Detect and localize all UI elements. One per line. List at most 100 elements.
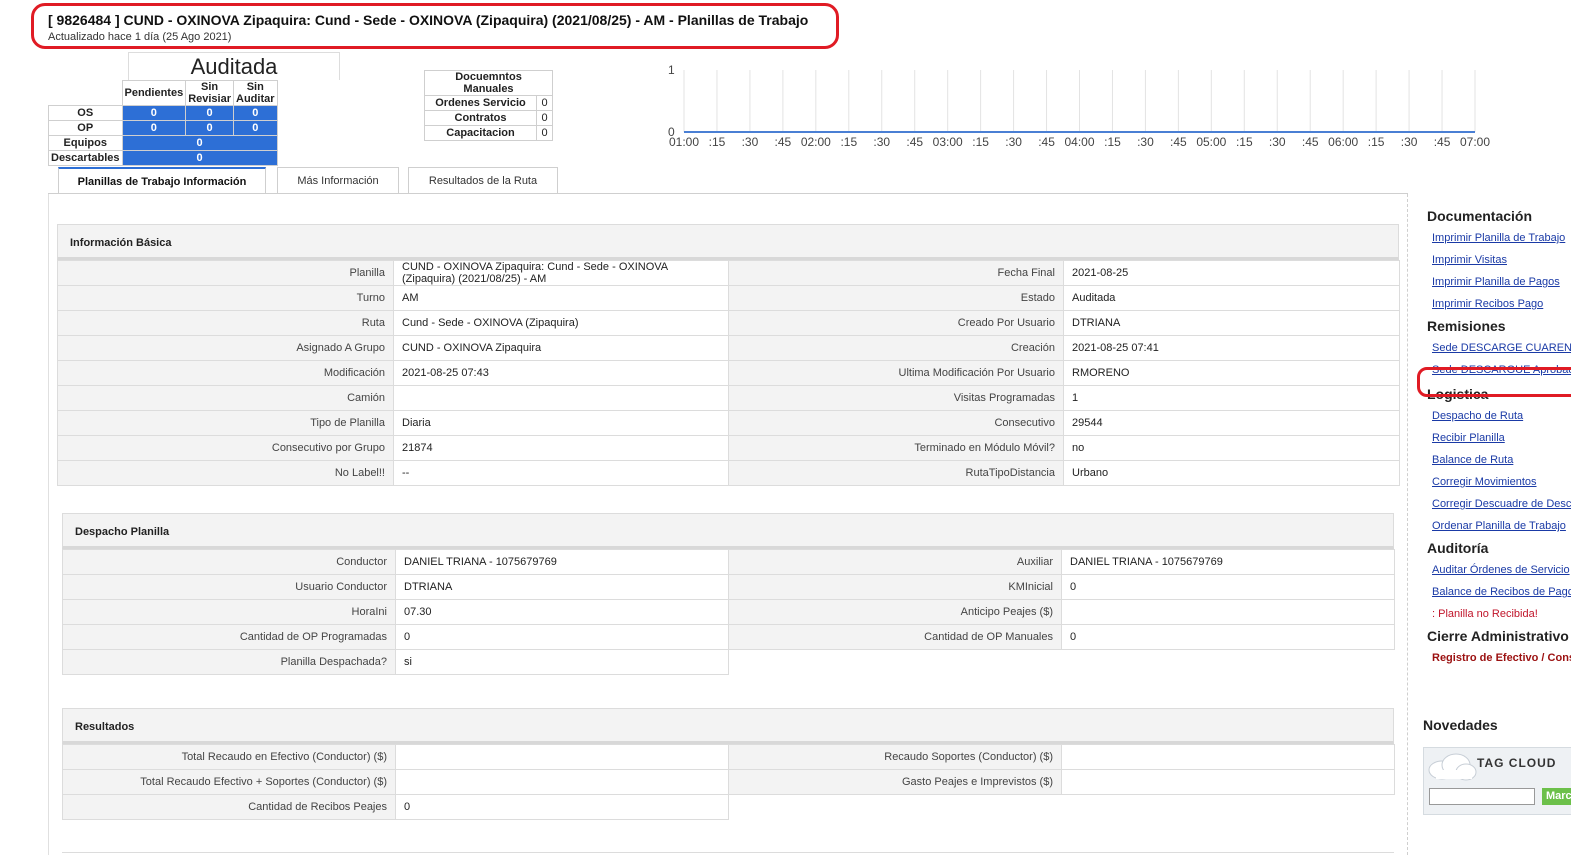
status-value: 0	[185, 120, 234, 136]
status-value: 0	[121, 150, 278, 166]
x-tick-label: :30	[1137, 135, 1154, 149]
link-despacho-ruta[interactable]: Despacho de Ruta	[1420, 405, 1571, 427]
x-tick-label: :45	[906, 135, 923, 149]
field-value: 2021-08-25 07:41	[1063, 335, 1400, 361]
highlight-ring	[31, 3, 839, 49]
sidebar-heading-cierre: Cierre Administrativo	[1427, 628, 1569, 644]
field-value: no	[1063, 435, 1400, 461]
x-tick-label: :30	[1401, 135, 1418, 149]
link-corregir-descuadre[interactable]: Corregir Descuadre de Descartables	[1420, 493, 1571, 515]
status-col-header: Sin Auditar	[233, 80, 278, 106]
field-value: 0	[1061, 574, 1395, 600]
section-title: Información Básica	[57, 224, 1399, 260]
tab-divider	[48, 193, 1408, 194]
table-row: Usuario Conductor DTRIANA KMInicial 0	[62, 574, 1395, 600]
field-label: Anticipo Peajes ($)	[728, 599, 1062, 625]
field-value: 0	[395, 794, 729, 820]
field-label: Auxiliar	[728, 549, 1062, 575]
basic-info-table: Planilla CUND - OXINOVA Zipaquira: Cund -…	[57, 260, 1400, 486]
results-table: Total Recaudo en Efectivo (Conductor) ($…	[62, 744, 1395, 820]
status-value: 0	[233, 120, 278, 136]
tab-mas-informacion[interactable]: Más Información	[277, 167, 399, 194]
field-label: Usuario Conductor	[62, 574, 396, 600]
section-dispatch: Despacho Planilla Conductor DANIEL TRIANA…	[62, 513, 1395, 675]
field-value	[395, 744, 729, 770]
link-ordenar-planilla[interactable]: Ordenar Planilla de Trabajo	[1420, 515, 1571, 537]
manual-doc-label: Ordenes Servicio	[424, 95, 537, 111]
field-value: 1	[1063, 385, 1400, 411]
table-row: HoraIni 07.30 Anticipo Peajes ($)	[62, 599, 1395, 625]
field-value: --	[393, 460, 729, 486]
link-imprimir-visitas[interactable]: Imprimir Visitas	[1420, 249, 1571, 271]
x-tick-label: 03:00	[933, 135, 963, 149]
field-label: Camión	[57, 385, 394, 411]
field-label: HoraIni	[62, 599, 396, 625]
tab-resultados-ruta[interactable]: Resultados de la Ruta	[408, 167, 558, 194]
field-label: Visitas Programadas	[728, 385, 1064, 411]
table-row: Conductor DANIEL TRIANA - 1075679769 Auxil…	[62, 549, 1395, 575]
cloud-icon	[1428, 753, 1477, 781]
status-corner	[49, 81, 123, 106]
section-title: Despacho Planilla	[62, 513, 1394, 549]
field-value: DTRIANA	[1063, 310, 1400, 336]
field-label: KMInicial	[728, 574, 1062, 600]
mark-button[interactable]: Marcar	[1542, 788, 1571, 805]
link-balance-recibos[interactable]: Balance de Recibos de Pago	[1420, 581, 1571, 603]
table-row: No Label!! -- RutaTipoDistancia Urbano	[57, 460, 1400, 486]
field-value: 2021-08-25 07:43	[393, 360, 729, 386]
field-label: Consecutivo	[728, 410, 1064, 436]
status-value: 0	[121, 105, 187, 121]
x-tick-label: :45	[1038, 135, 1055, 149]
link-imprimir-planilla-pagos[interactable]: Imprimir Planilla de Pagos	[1420, 271, 1571, 293]
field-value: CUND - OXINOVA Zipaquira: Cund - Sede - …	[393, 260, 729, 286]
manual-doc-value: 0	[536, 110, 553, 126]
x-tick-label: :45	[775, 135, 792, 149]
field-value: si	[395, 649, 729, 675]
field-label: Recaudo Soportes (Conductor) ($)	[728, 744, 1062, 770]
link-balance-ruta[interactable]: Balance de Ruta	[1420, 449, 1571, 471]
link-auditar-ordenes[interactable]: Auditar Órdenes de Servicio	[1420, 559, 1571, 581]
field-label: No Label!!	[57, 460, 394, 486]
empty-cell	[1062, 650, 1395, 675]
field-label: Cantidad de OP Manuales	[728, 624, 1062, 650]
link-sede-descarge-cuarentena[interactable]: Sede DESCARGE CUARENTENA	[1420, 337, 1571, 359]
tag-search-input[interactable]	[1429, 788, 1535, 805]
section-divider	[62, 852, 1394, 853]
table-row: Camión Visitas Programadas 1	[57, 385, 1400, 411]
link-imprimir-recibos[interactable]: Imprimir Recibos Pago	[1420, 293, 1571, 315]
x-tick-label: :15	[1104, 135, 1121, 149]
x-tick-label: :15	[1368, 135, 1385, 149]
tab-planillas-info[interactable]: Planillas de Trabajo Información	[58, 167, 266, 194]
table-row: Planilla Despachada? si	[62, 649, 1395, 675]
field-value: Cund - Sede - OXINOVA (Zipaquira)	[393, 310, 729, 336]
x-tick-label: 06:00	[1328, 135, 1358, 149]
status-row-label: Descartables	[48, 150, 123, 166]
field-value	[395, 769, 729, 795]
manual-doc-label: Contratos	[424, 110, 537, 126]
status-value: 0	[233, 105, 278, 121]
y-tick-label: 1	[668, 63, 675, 77]
status-title: Auditada	[128, 52, 340, 80]
table-row: Planilla CUND - OXINOVA Zipaquira: Cund -…	[57, 260, 1400, 286]
field-value: 07.30	[395, 599, 729, 625]
field-label: Consecutivo por Grupo	[57, 435, 394, 461]
link-registro-efectivo[interactable]: Registro de Efectivo / Consignaciones	[1420, 647, 1571, 669]
status-col-header: Sin Revisiar	[185, 80, 234, 106]
link-corregir-movimientos[interactable]: Corregir Movimientos	[1420, 471, 1571, 493]
field-value: 0	[1061, 624, 1395, 650]
field-label: Creado Por Usuario	[728, 310, 1064, 336]
link-imprimir-planilla[interactable]: Imprimir Planilla de Trabajo	[1420, 227, 1571, 249]
novedades-heading: Novedades	[1423, 717, 1498, 733]
dispatch-table: Conductor DANIEL TRIANA - 1075679769 Auxil…	[62, 549, 1395, 675]
x-tick-label: :45	[1434, 135, 1451, 149]
field-label: Fecha Final	[728, 260, 1064, 286]
field-value: Auditada	[1063, 285, 1400, 311]
x-tick-label: 04:00	[1064, 135, 1094, 149]
field-label: Creación	[728, 335, 1064, 361]
status-row-label: Equipos	[48, 135, 123, 151]
sidebar-heading-remisiones: Remisiones	[1427, 318, 1506, 334]
link-recibir-planilla[interactable]: Recibir Planilla	[1420, 427, 1571, 449]
table-row: Total Recaudo Efectivo + Soportes (Condu…	[62, 769, 1395, 795]
field-value: 0	[395, 624, 729, 650]
sidebar-heading-auditoria: Auditoría	[1427, 540, 1489, 556]
